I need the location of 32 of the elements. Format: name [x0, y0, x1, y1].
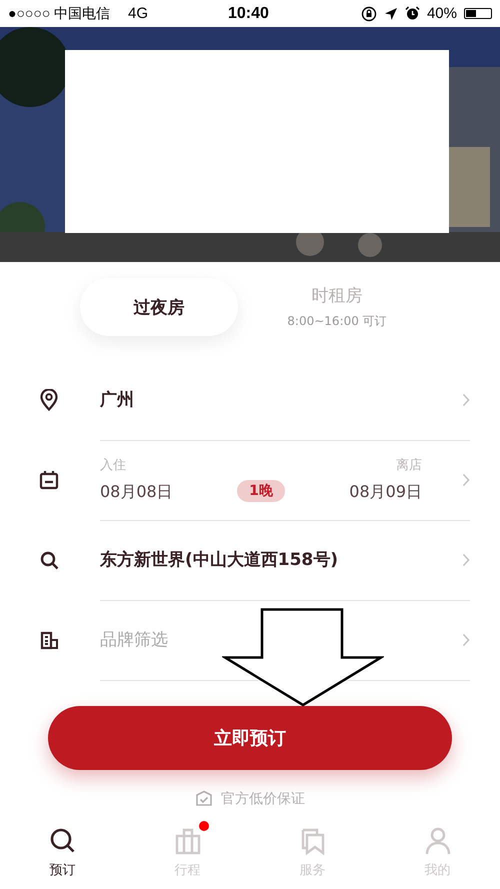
location-pin-icon [39, 389, 59, 411]
rotation-lock-icon [360, 6, 377, 22]
nights-badge: 1晚 [237, 480, 285, 502]
location-arrow-icon [384, 6, 398, 20]
checkin-label: 入住 [100, 457, 127, 474]
building-icon [40, 630, 58, 650]
alarm-clock-icon [404, 6, 420, 21]
search-icon [40, 550, 58, 570]
bookmarks-icon [300, 827, 324, 855]
chevron-icon [462, 552, 470, 566]
city-value[interactable]: 广州 [100, 388, 462, 411]
battery-icon [464, 8, 492, 19]
checkin-date[interactable]: 08月08日 [100, 482, 173, 503]
chevron-icon [462, 392, 470, 406]
checkout-label: 离店 [396, 457, 422, 474]
battery-percent: 40% [426, 5, 457, 22]
clock-time: 10:40 [228, 4, 269, 22]
chevron-icon [462, 632, 470, 646]
book-now-button[interactable]: 立即预订 [48, 706, 452, 770]
suitcase-icon [174, 827, 200, 855]
hotel-keyword[interactable]: 东方新世界(中山大道西158号) [100, 548, 462, 571]
price-guarantee-text: 官方低价保证 [221, 790, 305, 808]
room-type-tab[interactable]: 过夜房 [80, 278, 238, 336]
checkout-date[interactable]: 08月09日 [349, 482, 422, 503]
carrier-name: ●○○○○ 中国电信 [8, 4, 112, 22]
chevron-icon [462, 472, 470, 486]
shield-check-icon [195, 790, 213, 808]
calendar-icon [39, 470, 59, 490]
person-icon [424, 827, 450, 855]
search-icon [50, 828, 76, 854]
network-type: 4G [128, 5, 150, 22]
nav-tab[interactable]: 预订 [0, 823, 125, 889]
